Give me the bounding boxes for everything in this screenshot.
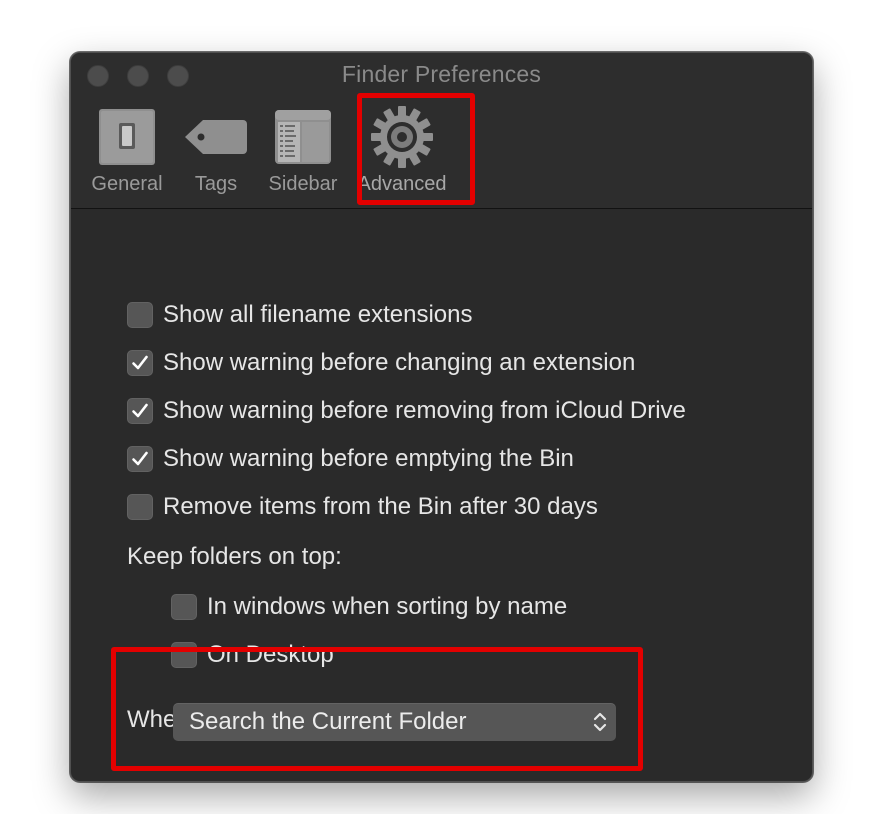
tab-sidebar[interactable]: Sidebar [257,99,349,207]
switch-icon [98,99,156,175]
tab-tags[interactable]: Tags [175,99,257,207]
tab-general[interactable]: General [79,99,175,207]
preferences-tabbar: General Tags Sidebar Advanced [79,99,455,207]
search-scope-selected: Search the Current Folder [189,708,467,735]
sidebar-icon [274,99,332,175]
tag-icon [183,99,249,175]
checkbox-folders-top-windows[interactable] [171,594,197,620]
keep-folders-heading: Keep folders on top: [127,543,342,570]
titlebar: Finder Preferences General Tags Sidebar … [71,53,812,209]
checkbox-warn-empty-bin[interactable] [127,446,153,472]
option-label: Show warning before emptying the Bin [163,445,574,472]
checkbox-remove-bin-items[interactable] [127,494,153,520]
option-label: Show all filename extensions [163,301,473,328]
tab-label: Sidebar [268,173,338,195]
updown-chevron-icon [593,712,607,732]
gear-icon [370,99,434,175]
checkmark-icon [132,451,148,466]
tab-advanced[interactable]: Advanced [349,99,455,207]
option-label: Show warning before removing from iCloud… [163,397,686,424]
option-warn-icloud-removal[interactable]: Show warning before removing from iCloud… [127,395,686,427]
option-label: In windows when sorting by name [207,593,568,620]
checkmark-icon [132,403,148,418]
window-title: Finder Preferences [341,61,542,87]
option-warn-extension-change[interactable]: Show warning before changing an extensio… [127,347,635,379]
option-warn-empty-bin[interactable]: Show warning before emptying the Bin [127,443,574,475]
checkbox-warn-extension-change[interactable] [127,350,153,376]
tab-label: Advanced [357,173,447,195]
checkmark-icon [132,355,148,370]
search-scope-popup[interactable]: Search the Current Folder [173,703,616,741]
checkbox-show-extensions[interactable] [127,302,153,328]
option-label: Show warning before changing an extensio… [163,349,636,376]
advanced-pane: Show all filename extensions Show warnin… [71,209,812,781]
option-remove-bin-items[interactable]: Remove items from the Bin after 30 days [127,491,598,523]
option-label: Remove items from the Bin after 30 days [163,493,598,520]
preferences-window: Finder Preferences General Tags Sidebar … [70,52,813,782]
tab-label: Tags [194,173,238,195]
tab-label: General [91,173,163,195]
checkbox-warn-icloud-removal[interactable] [127,398,153,424]
option-folders-top-windows[interactable]: In windows when sorting by name [171,591,567,623]
option-show-extensions[interactable]: Show all filename extensions [127,299,473,331]
